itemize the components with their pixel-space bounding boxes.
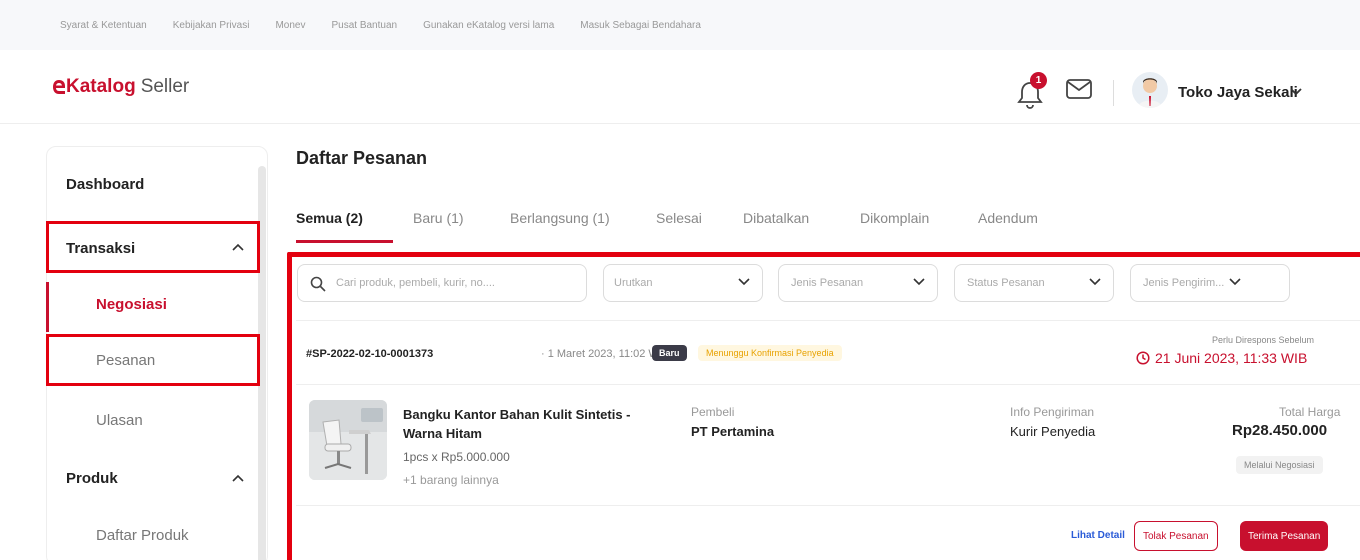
tab-dibatalkan[interactable]: Dibatalkan [743, 210, 809, 226]
order-status-select[interactable]: Status Pesanan [954, 264, 1114, 302]
tab-dikomplain[interactable]: Dikomplain [860, 210, 929, 226]
order-type-label: Jenis Pesanan [791, 277, 864, 289]
chevron-down-icon [1089, 278, 1101, 286]
order-status-label: Status Pesanan [967, 277, 1045, 289]
avatar[interactable] [1132, 72, 1168, 108]
ekatalog-logo-icon [53, 80, 65, 94]
product-name[interactable]: Bangku Kantor Bahan Kulit Sintetis - War… [403, 405, 673, 443]
chevron-down-icon [913, 278, 925, 286]
divider [296, 320, 1360, 321]
mail-icon[interactable] [1065, 78, 1093, 100]
search-icon [310, 276, 326, 292]
office-chair-image [309, 400, 387, 480]
clock-icon [1136, 351, 1150, 365]
reject-order-button[interactable]: Tolak Pesanan [1134, 521, 1218, 551]
ekatalog-logo[interactable]: Katalog Seller [52, 76, 189, 98]
divider [296, 505, 1360, 506]
store-name[interactable]: Toko Jaya Sekali [1178, 84, 1298, 101]
shipping-label: Info Pengiriman [1010, 405, 1095, 419]
sidebar-item-ulasan[interactable]: Ulasan [96, 412, 143, 429]
tab-semua[interactable]: Semua (2) [296, 210, 363, 226]
logo-text: Katalog [66, 76, 136, 97]
due-label: Perlu Direspons Sebelum [1212, 335, 1315, 345]
tab-baru[interactable]: Baru (1) [413, 210, 464, 226]
product-quantity: 1pcs x Rp5.000.000 [403, 450, 510, 464]
more-items: +1 barang lainnya [403, 473, 499, 487]
chevron-down-icon[interactable] [1290, 88, 1302, 96]
shipping-type-select[interactable]: Jenis Pengirim... [1130, 264, 1290, 302]
due-date-text: 21 Juni 2023, 11:33 WIB [1155, 350, 1308, 366]
search-input[interactable]: Cari produk, pembeli, kurir, no.... [297, 264, 587, 302]
status-badge-new: Baru [652, 345, 687, 361]
buyer-label: Pembeli [691, 405, 735, 419]
divider [296, 384, 1360, 385]
chevron-up-icon[interactable] [232, 243, 244, 251]
status-badge-waiting: Menunggu Konfirmasi Penyedia [698, 345, 842, 361]
sidebar-item-negosiasi[interactable]: Negosiasi [96, 296, 167, 313]
tab-selesai[interactable]: Selesai [656, 210, 702, 226]
shipping-type-label: Jenis Pengirim... [1143, 277, 1225, 289]
link-old-version[interactable]: Gunakan eKatalog versi lama [423, 20, 554, 31]
view-detail-link[interactable]: Lihat Detail [1071, 530, 1125, 541]
search-placeholder: Cari produk, pembeli, kurir, no.... [336, 277, 495, 289]
tab-berlangsung[interactable]: Berlangsung (1) [510, 210, 610, 226]
accept-order-button[interactable]: Terima Pesanan [1240, 521, 1329, 551]
active-tab-underline [296, 240, 393, 243]
page-title: Daftar Pesanan [296, 148, 428, 168]
avatar-icon [1138, 78, 1162, 108]
sidebar-item-pesanan[interactable]: Pesanan [96, 352, 155, 369]
sidebar-item-dashboard[interactable]: Dashboard [66, 176, 144, 193]
sort-label: Urutkan [614, 277, 653, 289]
total-price: Rp28.450.000 [1232, 422, 1328, 439]
active-indicator [46, 282, 49, 332]
tab-adendum[interactable]: Adendum [978, 210, 1038, 226]
negotiation-chip: Melalui Negosiasi [1236, 456, 1323, 474]
main-header: Katalog Seller 1 Toko Jaya Sekali [0, 50, 1360, 124]
notification-badge: 1 [1030, 72, 1047, 89]
chevron-down-icon [738, 278, 750, 286]
buyer-name: PT Pertamina [691, 424, 775, 439]
sort-select[interactable]: Urutkan [603, 264, 763, 302]
link-privacy[interactable]: Kebijakan Privasi [173, 20, 250, 31]
shipping-value: Kurir Penyedia [1010, 424, 1096, 439]
link-monev[interactable]: Monev [275, 20, 305, 31]
sidebar-item-daftar-produk[interactable]: Daftar Produk [96, 527, 189, 544]
order-type-select[interactable]: Jenis Pesanan [778, 264, 938, 302]
sidebar-item-produk[interactable]: Produk [66, 470, 118, 487]
link-help-center[interactable]: Pusat Bantuan [331, 20, 397, 31]
logo-subtext: Seller [140, 76, 190, 97]
chevron-up-icon[interactable] [232, 474, 244, 482]
link-treasurer-login[interactable]: Masuk Sebagai Bendahara [580, 20, 701, 31]
chevron-down-icon [1229, 278, 1241, 286]
due-date: 21 Juni 2023, 11:33 WIB [1136, 350, 1307, 366]
sidebar-item-transaksi[interactable]: Transaksi [66, 240, 135, 257]
link-terms[interactable]: Syarat & Ketentuan [60, 20, 147, 31]
total-label: Total Harga [1279, 405, 1341, 419]
header-divider [1113, 80, 1114, 106]
notification-button[interactable]: 1 [1016, 72, 1050, 109]
top-utility-bar: Syarat & Ketentuan Kebijakan Privasi Mon… [0, 0, 1360, 50]
order-id[interactable]: #SP-2022-02-10-0001373 [306, 348, 433, 360]
product-thumbnail[interactable] [309, 400, 387, 480]
